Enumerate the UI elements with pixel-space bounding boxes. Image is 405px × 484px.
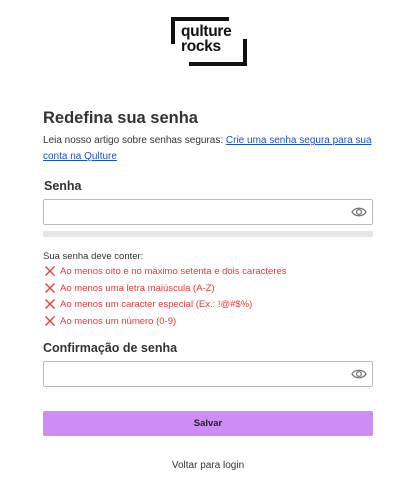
requirement-length: Ao menos oito e no máximo setenta e dois… (44, 265, 287, 277)
qulture-rocks-logo: qulture rocks (171, 17, 247, 66)
requirement-text: Ao menos uma letra maiúscula (A-Z) (60, 282, 215, 294)
password-strength-bar (43, 231, 373, 237)
back-to-login-link[interactable]: Voltar para login (0, 460, 405, 471)
requirement-text: Ao menos um caracter especial (Ex.: !@#$… (60, 298, 253, 310)
requirement-uppercase: Ao menos uma letra maiúscula (A-Z) (44, 282, 215, 294)
requirement-special-char: Ao menos um caracter especial (Ex.: !@#$… (44, 298, 252, 310)
x-icon (45, 299, 55, 309)
requirement-text: Ao menos um número (0-9) (60, 315, 177, 327)
logo-text-line-2: rocks (181, 38, 221, 55)
confirm-password-label: Confirmação de senha (43, 341, 178, 355)
x-icon (45, 283, 55, 293)
x-icon (45, 316, 55, 326)
requirement-text: Ao menos oito e no máximo setenta e dois… (60, 265, 287, 277)
page-title: Redefina sua senha (43, 109, 198, 127)
eye-icon[interactable] (351, 367, 367, 381)
password-input[interactable] (44, 200, 344, 224)
password-field-wrapper (43, 199, 373, 225)
eye-icon[interactable] (351, 205, 367, 219)
confirm-password-field-wrapper (43, 361, 373, 387)
password-label: Senha (44, 179, 82, 193)
requirement-number: Ao menos um número (0-9) (44, 315, 176, 327)
requirements-heading: Sua senha deve conter: (43, 251, 144, 262)
save-button[interactable]: Salvar (43, 411, 373, 436)
article-prefix: Leia nosso artigo sobre senhas seguras: (43, 135, 226, 146)
confirm-password-input[interactable] (44, 362, 344, 386)
article-hint: Leia nosso artigo sobre senhas seguras: … (43, 133, 373, 165)
x-icon (45, 266, 55, 276)
